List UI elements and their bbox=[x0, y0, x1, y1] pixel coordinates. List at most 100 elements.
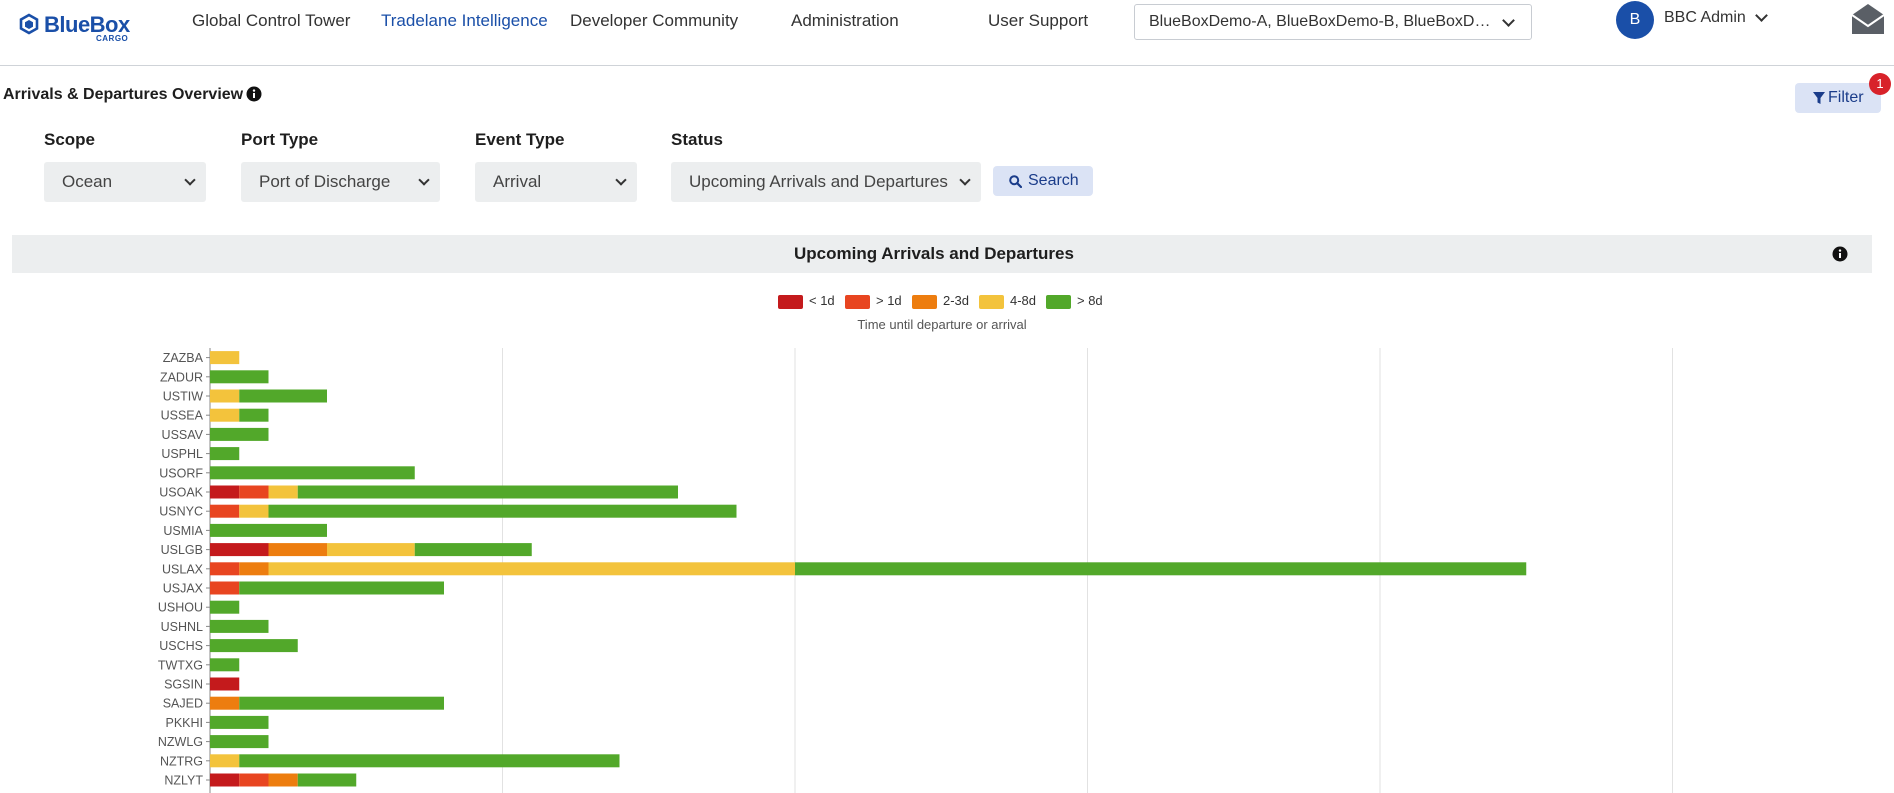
scope-select-value: Ocean bbox=[62, 172, 113, 191]
user-name[interactable]: BBC Admin bbox=[1664, 9, 1746, 27]
funnel-icon bbox=[1813, 92, 1825, 104]
bar-sajed[interactable] bbox=[210, 696, 240, 710]
legend-label: > 8d bbox=[1077, 293, 1103, 308]
bar-zazba[interactable] bbox=[210, 351, 240, 365]
bar-usorf[interactable] bbox=[210, 466, 415, 480]
bar-usnyc[interactable] bbox=[268, 504, 737, 518]
search-button-label: Search bbox=[1028, 172, 1079, 189]
bar-sajed[interactable] bbox=[239, 696, 444, 710]
company-multi-select[interactable]: BlueBoxDemo-A, BlueBoxDemo-B, BlueBoxDem… bbox=[1134, 4, 1532, 40]
nav-global-control-tower[interactable]: Global Control Tower bbox=[192, 11, 350, 31]
bar-nzwlg[interactable] bbox=[210, 735, 269, 749]
scope-select[interactable]: Ocean bbox=[44, 162, 206, 202]
bar-sgsin[interactable] bbox=[210, 677, 240, 691]
y-tick-label-uschs: USCHS bbox=[159, 639, 203, 653]
y-tick-label-zazba: ZAZBA bbox=[163, 351, 204, 365]
status-select[interactable]: Upcoming Arrivals and Departures bbox=[671, 162, 981, 202]
y-tick-label-zadur: ZADUR bbox=[160, 370, 203, 384]
bar-nztrg[interactable] bbox=[239, 754, 620, 768]
bar-usnyc[interactable] bbox=[210, 504, 240, 518]
bar-usoak[interactable] bbox=[268, 485, 298, 499]
bar-ustiw[interactable] bbox=[239, 389, 327, 403]
bar-ushnl[interactable] bbox=[210, 619, 269, 633]
arrivals-departures-bar-chart: ZAZBA ZADUR USTIW USSEA USSAV USPHL USORF USOAK… bbox=[158, 348, 1673, 793]
y-tick-label-nztrg: NZTRG bbox=[160, 754, 203, 768]
bar-usoak[interactable] bbox=[239, 485, 269, 499]
bar-uslgb[interactable] bbox=[210, 543, 269, 557]
chevron-down-icon bbox=[418, 174, 430, 186]
event-type-label: Event Type bbox=[475, 130, 565, 149]
port-type-select[interactable]: Port of Discharge bbox=[241, 162, 440, 202]
bar-ushou[interactable] bbox=[210, 600, 240, 614]
bar-usphl[interactable] bbox=[210, 447, 240, 461]
y-tick-label-usmia: USMIA bbox=[163, 524, 203, 538]
company-select-value: BlueBoxDemo-A, BlueBoxDemo-B, BlueBoxDem… bbox=[1149, 13, 1494, 30]
bar-uslgb[interactable] bbox=[327, 543, 415, 557]
y-tick-label-nzlyt: NZLYT bbox=[164, 774, 203, 788]
bar-nzlyt[interactable] bbox=[210, 773, 240, 787]
nav-tradelane-intelligence[interactable]: Tradelane Intelligence bbox=[381, 11, 548, 31]
y-tick-label-ushnl: USHNL bbox=[161, 620, 203, 634]
y-tick-label-usoak: USOAK bbox=[159, 486, 203, 500]
nav-user-support[interactable]: User Support bbox=[988, 11, 1088, 31]
event-type-select-value: Arrival bbox=[493, 172, 542, 191]
bar-uschs[interactable] bbox=[210, 639, 298, 653]
status-select-value: Upcoming Arrivals and Departures bbox=[689, 172, 948, 191]
bar-twtxg[interactable] bbox=[210, 658, 240, 672]
y-tick-label-ussea: USSEA bbox=[161, 409, 204, 423]
bar-uslax[interactable] bbox=[239, 562, 269, 576]
filter-count-badge: 1 bbox=[1869, 73, 1891, 95]
y-tick-label-usjax: USJAX bbox=[163, 582, 204, 596]
bar-uslax[interactable] bbox=[210, 562, 240, 576]
legend-label: < 1d bbox=[809, 293, 835, 308]
search-icon bbox=[1009, 175, 1022, 188]
bar-nzlyt[interactable] bbox=[239, 773, 269, 787]
bar-usjax[interactable] bbox=[239, 581, 444, 595]
avatar[interactable]: B bbox=[1616, 1, 1654, 39]
bar-ussea[interactable] bbox=[239, 408, 269, 422]
bar-usnyc[interactable] bbox=[239, 504, 269, 518]
bar-uslgb[interactable] bbox=[268, 543, 328, 557]
filter-button[interactable]: Filter bbox=[1795, 83, 1881, 113]
bar-nztrg[interactable] bbox=[210, 754, 240, 768]
y-tick-label-usphl: USPHL bbox=[161, 447, 203, 461]
chevron-down-icon bbox=[1502, 14, 1515, 27]
bar-nzlyt[interactable] bbox=[268, 773, 298, 787]
page-title: Arrivals & Departures Overview bbox=[3, 86, 244, 103]
search-button[interactable]: Search bbox=[993, 166, 1093, 196]
bar-ussav[interactable] bbox=[210, 427, 269, 441]
bar-uslgb[interactable] bbox=[414, 543, 532, 557]
bar-uslax[interactable] bbox=[268, 562, 796, 576]
chevron-down-icon bbox=[184, 174, 196, 186]
y-tick-label-uslgb: USLGB bbox=[161, 543, 203, 557]
status-label: Status bbox=[671, 130, 723, 149]
envelope-icon[interactable] bbox=[1850, 2, 1886, 36]
logo-sub-text: CARGO bbox=[96, 34, 129, 43]
bar-usoak[interactable] bbox=[210, 485, 240, 499]
y-tick-label-nzwlg: NZWLG bbox=[158, 735, 203, 749]
bar-zadur[interactable] bbox=[210, 370, 269, 384]
bar-ustiw[interactable] bbox=[210, 389, 240, 403]
bar-pkkhi[interactable] bbox=[210, 715, 269, 729]
legend-swatch bbox=[1046, 295, 1071, 309]
y-tick-label-uslax: USLAX bbox=[162, 562, 204, 576]
chart-info-icon[interactable] bbox=[1832, 246, 1848, 262]
scope-label: Scope bbox=[44, 130, 96, 149]
bar-usoak[interactable] bbox=[297, 485, 678, 499]
bar-usmia[interactable] bbox=[210, 523, 327, 537]
nav-developer-community[interactable]: Developer Community bbox=[570, 11, 738, 31]
event-type-select[interactable]: Arrival bbox=[475, 162, 637, 202]
chart-title: Upcoming Arrivals and Departures bbox=[794, 244, 1074, 263]
bar-nzlyt[interactable] bbox=[297, 773, 357, 787]
nav-administration[interactable]: Administration bbox=[791, 11, 899, 31]
chart-panel-header: Upcoming Arrivals and Departures bbox=[12, 235, 1872, 273]
bar-ussea[interactable] bbox=[210, 408, 240, 422]
user-menu-chevron-icon[interactable] bbox=[1755, 9, 1768, 22]
info-icon[interactable] bbox=[246, 86, 262, 102]
bluebox-logo[interactable]: BlueBox CARGO bbox=[18, 10, 138, 44]
y-tick-label-usorf: USORF bbox=[159, 466, 203, 480]
legend-label: > 1d bbox=[876, 293, 902, 308]
bar-usjax[interactable] bbox=[210, 581, 240, 595]
port-type-label: Port Type bbox=[241, 130, 319, 149]
bar-uslax[interactable] bbox=[795, 562, 1527, 576]
